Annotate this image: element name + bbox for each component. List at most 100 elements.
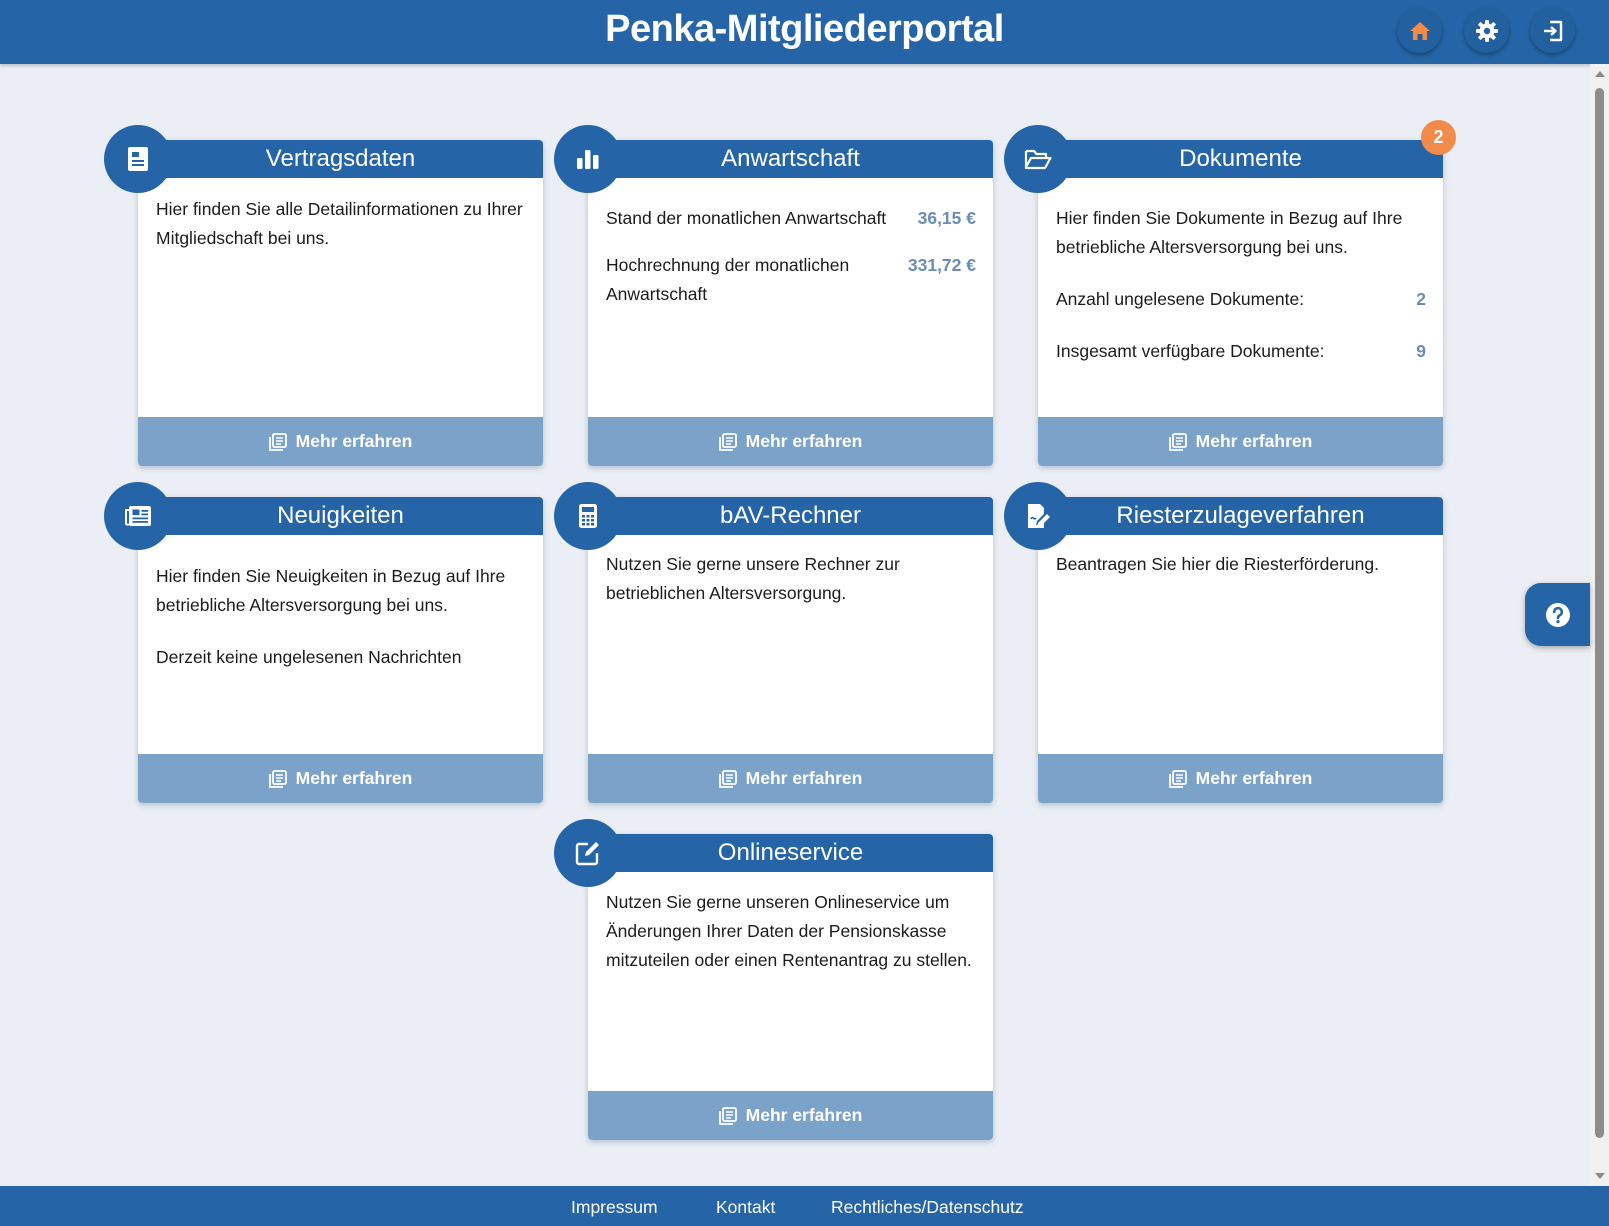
page-title: Penka-Mitgliederportal <box>605 8 1004 50</box>
card-description: Hier finden Sie Dokumente in Bezug auf I… <box>1056 208 1403 257</box>
card-title: Dokumente <box>1179 145 1302 172</box>
unread-documents-badge: 2 <box>1421 120 1456 155</box>
book-icon <box>718 432 737 451</box>
card-icon-circle <box>1004 482 1072 550</box>
contract-icon <box>128 147 148 171</box>
scroll-down-arrow[interactable] <box>1595 1173 1605 1179</box>
book-icon <box>268 769 287 788</box>
page-scrollbar[interactable] <box>1590 64 1609 1186</box>
footer-link-impressum[interactable]: Impressum <box>571 1196 658 1218</box>
dokumente-row: Insgesamt verfügbare Dokumente: 9 <box>1056 337 1426 366</box>
card-title: bAV-Rechner <box>720 502 861 529</box>
book-icon <box>1168 432 1187 451</box>
card-icon-circle <box>554 482 622 550</box>
mehr-erfahren-button[interactable]: Mehr erfahren <box>588 417 993 466</box>
card-description: Nutzen Sie gerne unsere Rechner zur betr… <box>606 554 900 603</box>
row-label: Insgesamt verfügbare Dokumente: <box>1056 341 1325 361</box>
card-body: Nutzen Sie gerne unseren Onlineservice u… <box>606 888 976 975</box>
card-title: Onlineservice <box>717 839 864 866</box>
card-dokumente: Dokumente Hier finden Sie Dokumente in B… <box>1004 125 1443 466</box>
mehr-erfahren-label: Mehr erfahren <box>1195 431 1313 451</box>
card-description: Hier finden Sie Neuigkeiten in Bezug auf… <box>156 566 506 615</box>
row-label: Stand der monatlichen Anwartschaft <box>606 208 887 228</box>
scroll-up-arrow[interactable] <box>1595 71 1605 77</box>
card-header: Vertragsdaten <box>138 140 543 178</box>
card-riesterzulageverfahren: Riesterzulageverfahren Beantragen Sie hi… <box>1004 482 1443 803</box>
card-description: Hier finden Sie alle Detailinformationen… <box>156 199 523 248</box>
gear-icon <box>1475 19 1498 42</box>
card-header: bAV-Rechner <box>588 497 993 535</box>
card-header: Anwartschaft <box>588 140 993 178</box>
edit-icon <box>575 842 599 866</box>
card-onlineservice: Onlineservice Nutzen Sie gerne unseren O… <box>554 819 993 1140</box>
mehr-erfahren-button[interactable]: Mehr erfahren <box>588 1091 993 1140</box>
newspaper-icon <box>125 506 151 526</box>
row-value: 331,72 € <box>907 255 976 275</box>
card-body: Beantragen Sie hier die Riesterförderung… <box>1056 550 1426 579</box>
card-icon-circle <box>554 125 622 193</box>
card-header: Riesterzulageverfahren <box>1038 497 1443 535</box>
card-body: Nutzen Sie gerne unsere Rechner zur betr… <box>606 550 976 608</box>
mehr-erfahren-label: Mehr erfahren <box>745 1105 863 1125</box>
app-header: Penka-Mitgliederportal <box>0 0 1609 64</box>
book-icon <box>718 1106 737 1125</box>
mehr-erfahren-button[interactable]: Mehr erfahren <box>1038 754 1443 803</box>
home-button[interactable] <box>1397 8 1442 53</box>
row-value: 36,15 € <box>917 208 976 228</box>
mehr-erfahren-button[interactable]: Mehr erfahren <box>138 417 543 466</box>
card-vertragsdaten: Vertragsdaten Hier finden Sie alle Detai… <box>104 125 543 466</box>
card-header: Onlineservice <box>588 834 993 872</box>
page-footer: Impressum Kontakt Rechtliches/Datenschut… <box>0 1186 1609 1226</box>
row-label: Anzahl ungelesene Dokumente: <box>1056 289 1305 309</box>
logout-button[interactable] <box>1530 8 1575 53</box>
row-value: 9 <box>1416 341 1426 361</box>
card-title: Riesterzulageverfahren <box>1116 502 1365 529</box>
question-icon <box>1545 602 1570 627</box>
book-icon <box>718 769 737 788</box>
footer-link-datenschutz[interactable]: Rechtliches/Datenschutz <box>831 1196 1024 1218</box>
card-description: Nutzen Sie gerne unseren Onlineservice u… <box>606 892 972 970</box>
anwartschaft-row: Stand der monatlichen Anwartschaft 36,15… <box>606 204 976 233</box>
news-status-text: Derzeit keine ungelesenen Nachrichten <box>156 647 462 667</box>
bar-chart-icon <box>577 150 599 169</box>
mehr-erfahren-label: Mehr erfahren <box>745 768 863 788</box>
card-icon-circle <box>554 819 622 887</box>
mehr-erfahren-label: Mehr erfahren <box>295 431 413 451</box>
settings-button[interactable] <box>1464 8 1509 53</box>
card-header: Dokumente <box>1038 140 1443 178</box>
card-header: Neuigkeiten <box>138 497 543 535</box>
scroll-thumb[interactable] <box>1595 88 1604 1138</box>
card-body: Hier finden Sie alle Detailinformationen… <box>156 195 526 253</box>
card-body: Hier finden Sie Neuigkeiten in Bezug auf… <box>156 562 526 672</box>
card-body: Hier finden Sie Dokumente in Bezug auf I… <box>1056 204 1426 366</box>
book-icon <box>1168 769 1187 788</box>
card-anwartschaft: Anwartschaft Stand der monatlichen Anwar… <box>554 125 993 466</box>
book-icon <box>268 432 287 451</box>
help-button[interactable] <box>1525 583 1590 646</box>
dokumente-row: Anzahl ungelesene Dokumente: 2 <box>1056 285 1426 314</box>
mehr-erfahren-label: Mehr erfahren <box>295 768 413 788</box>
home-icon <box>1409 21 1430 40</box>
row-label: Hochrechnung der monatlichen Anwartschaf… <box>606 255 850 304</box>
card-description: Beantragen Sie hier die Riesterförderung… <box>1056 554 1379 574</box>
card-title: Vertragsdaten <box>265 145 416 172</box>
card-body: Stand der monatlichen Anwartschaft 36,15… <box>606 204 976 309</box>
footer-link-kontakt[interactable]: Kontakt <box>716 1196 775 1218</box>
card-icon-circle <box>1004 125 1072 193</box>
signature-icon <box>1028 504 1050 528</box>
row-value: 2 <box>1416 289 1426 309</box>
folder-open-icon <box>1024 149 1052 170</box>
card-icon-circle <box>104 125 172 193</box>
mehr-erfahren-label: Mehr erfahren <box>1195 768 1313 788</box>
logout-icon <box>1543 20 1562 41</box>
anwartschaft-row: Hochrechnung der monatlichen Anwartschaf… <box>606 251 976 309</box>
mehr-erfahren-button[interactable]: Mehr erfahren <box>1038 417 1443 466</box>
card-icon-circle <box>104 482 172 550</box>
mehr-erfahren-button[interactable]: Mehr erfahren <box>588 754 993 803</box>
mehr-erfahren-label: Mehr erfahren <box>745 431 863 451</box>
card-title: Anwartschaft <box>721 145 860 172</box>
card-bav-rechner: bAV-Rechner Nutzen Sie gerne unsere Rech… <box>554 482 993 803</box>
calculator-icon <box>579 504 597 528</box>
card-title: Neuigkeiten <box>277 502 404 529</box>
mehr-erfahren-button[interactable]: Mehr erfahren <box>138 754 543 803</box>
